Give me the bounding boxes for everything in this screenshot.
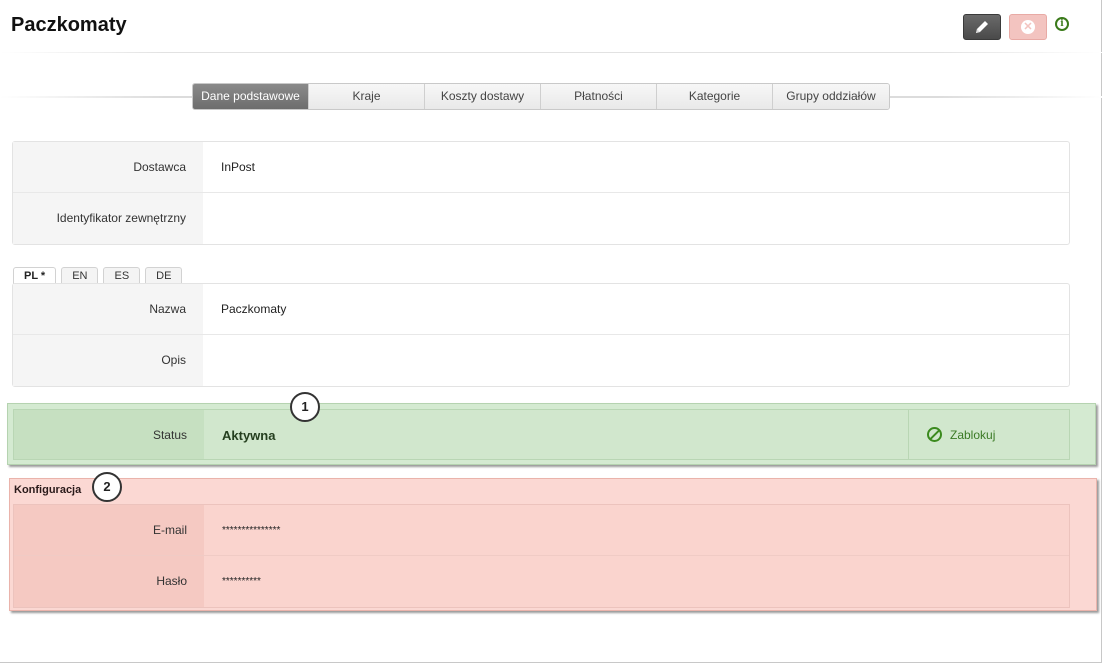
language-tabs: PL * EN ES DE (13, 267, 183, 284)
name-row: Nazwa Paczkomaty (13, 284, 1069, 335)
tab-grupy-oddzialow[interactable]: Grupy oddziałów (773, 84, 889, 109)
lang-tab-en[interactable]: EN (61, 267, 99, 284)
email-row: E-mail *************** (14, 505, 1069, 556)
callout-1: 1 (290, 392, 320, 422)
page-title: Paczkomaty (11, 14, 127, 36)
tab-kraje[interactable]: Kraje (309, 84, 425, 109)
external-id-label: Identyfikator zewnętrzny (13, 193, 203, 244)
description-row: Opis (13, 335, 1069, 386)
tab-platnosci[interactable]: Płatności (541, 84, 657, 109)
lang-tab-pl[interactable]: PL * (13, 267, 57, 284)
pencil-icon (976, 21, 988, 33)
header-divider (0, 52, 1102, 53)
name-value: Paczkomaty (221, 302, 287, 316)
basic-info-panel: Dostawca InPost Identyfikator zewnętrzny (12, 141, 1070, 245)
edit-button[interactable] (963, 14, 1001, 40)
external-id-value (203, 193, 1069, 244)
status-row: Status Aktywna Zablokuj (13, 409, 1070, 460)
close-circle-icon: ✕ (1021, 20, 1035, 34)
password-row: Hasło ********** (14, 556, 1069, 607)
block-button[interactable]: Zablokuj (908, 410, 1069, 459)
localized-panel: Nazwa Paczkomaty Opis (12, 283, 1070, 387)
description-label: Opis (13, 335, 203, 386)
configuration-section: Konfiguracja E-mail *************** Hasł… (9, 478, 1097, 611)
tab-dane-podstawowe[interactable]: Dane podstawowe (193, 84, 309, 109)
supplier-label: Dostawca (13, 142, 203, 192)
supplier-value: InPost (221, 160, 256, 174)
block-icon (927, 427, 942, 442)
delete-button[interactable]: ✕ (1009, 14, 1047, 40)
status-label: Status (14, 410, 204, 459)
password-value: ********** (222, 576, 261, 587)
configuration-title: Konfiguracja (14, 484, 82, 496)
email-value: *************** (222, 525, 281, 536)
status-section: Status Aktywna Zablokuj (7, 403, 1096, 465)
name-label: Nazwa (13, 284, 203, 334)
tab-kategorie[interactable]: Kategorie (657, 84, 773, 109)
supplier-row: Dostawca InPost (13, 142, 1069, 193)
description-value (203, 335, 1069, 386)
block-button-label: Zablokuj (950, 427, 996, 442)
lang-tab-de[interactable]: DE (145, 267, 183, 284)
configuration-panel: E-mail *************** Hasło ********** (13, 504, 1070, 608)
password-label: Hasło (14, 556, 204, 607)
info-icon[interactable]: i (1055, 17, 1069, 31)
callout-2: 2 (92, 472, 122, 502)
email-label: E-mail (14, 505, 204, 555)
external-id-row: Identyfikator zewnętrzny (13, 193, 1069, 244)
tab-bar: Dane podstawowe Kraje Koszty dostawy Pła… (192, 83, 890, 110)
lang-tab-es[interactable]: ES (103, 267, 141, 284)
tab-koszty-dostawy[interactable]: Koszty dostawy (425, 84, 541, 109)
